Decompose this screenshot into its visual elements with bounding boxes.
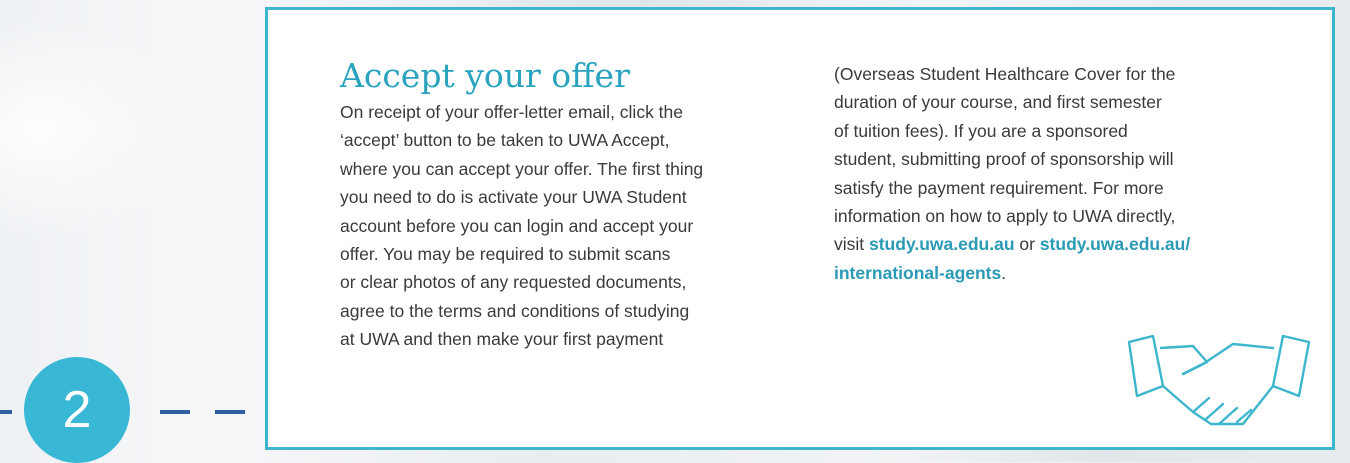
left-paragraph: On receipt of your offer-letter email, c… [340, 98, 780, 354]
link-text-part: international-agents [834, 262, 1002, 283]
study-uwa-link[interactable]: study.uwa.edu.au [869, 234, 1015, 254]
text-line: or clear photos of any requested documen… [340, 272, 687, 293]
text-line: student, submitting proof of sponsorship… [834, 149, 1174, 170]
handshake-icon [1127, 334, 1311, 426]
section-title: Accept your offer [340, 56, 630, 95]
text-line: account before you can login and accept … [340, 215, 694, 236]
timeline-dash [160, 410, 190, 414]
timeline-dash [215, 410, 245, 414]
timeline-dash [0, 410, 12, 414]
text-line: information on how to apply to UWA direc… [834, 206, 1176, 227]
link-text-part: study.uwa.edu.au/ [1039, 234, 1191, 255]
step-number: 2 [62, 381, 92, 439]
text-line: you need to do is activate your UWA Stud… [340, 187, 687, 208]
right-column: (Overseas Student Healthcare Cover for t… [834, 60, 1304, 287]
text-line: (Overseas Student Healthcare Cover for t… [834, 64, 1176, 84]
text-line: at UWA and then make your first payment [340, 329, 664, 350]
text-line: duration of your course, and first semes… [834, 92, 1162, 113]
text-line: On receipt of your offer-letter email, c… [340, 102, 684, 122]
text-line: where you can accept your offer. The fir… [340, 158, 704, 179]
end-period: . [1001, 262, 1007, 283]
text-line: satisfy the payment requirement. For mor… [834, 177, 1164, 198]
right-paragraph: (Overseas Student Healthcare Cover for t… [834, 60, 1304, 287]
text-line: agree to the terms and conditions of stu… [340, 300, 690, 321]
text-line: of tuition fees). If you are a sponsored [834, 120, 1128, 141]
step-number-badge: 2 [24, 357, 130, 463]
visit-text: visit [834, 234, 869, 255]
left-column: Accept your offer On receipt of your off… [340, 56, 780, 354]
text-line: ‘accept’ button to be taken to UWA Accep… [340, 130, 670, 151]
text-line: offer. You may be required to submit sca… [340, 244, 671, 265]
info-card: Accept your offer On receipt of your off… [265, 7, 1335, 450]
or-text: or [1014, 234, 1040, 255]
